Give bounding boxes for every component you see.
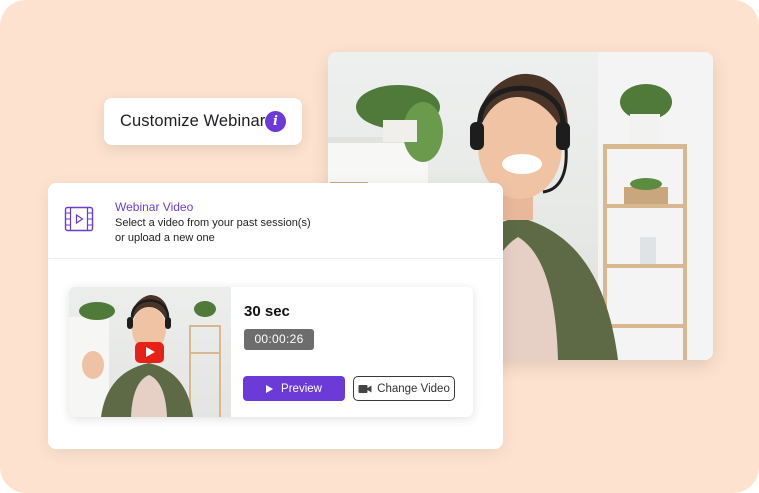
play-icon (266, 384, 274, 393)
change-video-button-label: Change Video (377, 382, 450, 395)
video-timecode-badge: 00:00:26 (244, 329, 314, 350)
change-video-button[interactable]: Change Video (353, 376, 455, 401)
customize-webinar-label: Customize Webinar (120, 112, 266, 130)
selected-video-card: 30 sec 00:00:26 Preview Change Video (69, 287, 473, 417)
info-icon[interactable]: i (265, 111, 286, 132)
preview-button[interactable]: Preview (243, 376, 345, 401)
video-camera-icon (358, 384, 372, 393)
panel-description-line-1: Select a video from your past session(s) (115, 217, 311, 229)
video-thumbnail[interactable] (69, 287, 231, 417)
youtube-play-icon[interactable] (135, 342, 164, 363)
webinar-video-panel: Webinar Video Select a video from your p… (48, 183, 503, 449)
video-duration: 30 sec (244, 303, 290, 320)
panel-title: Webinar Video (115, 200, 194, 214)
video-film-icon (64, 206, 94, 232)
panel-description: Select a video from your past session(s)… (115, 216, 315, 246)
preview-button-label: Preview (281, 382, 322, 395)
panel-description-line-2: or upload a new one (115, 232, 215, 244)
customize-webinar-chip[interactable]: Customize Webinar i (104, 98, 302, 145)
panel-header: Webinar Video Select a video from your p… (48, 183, 503, 259)
